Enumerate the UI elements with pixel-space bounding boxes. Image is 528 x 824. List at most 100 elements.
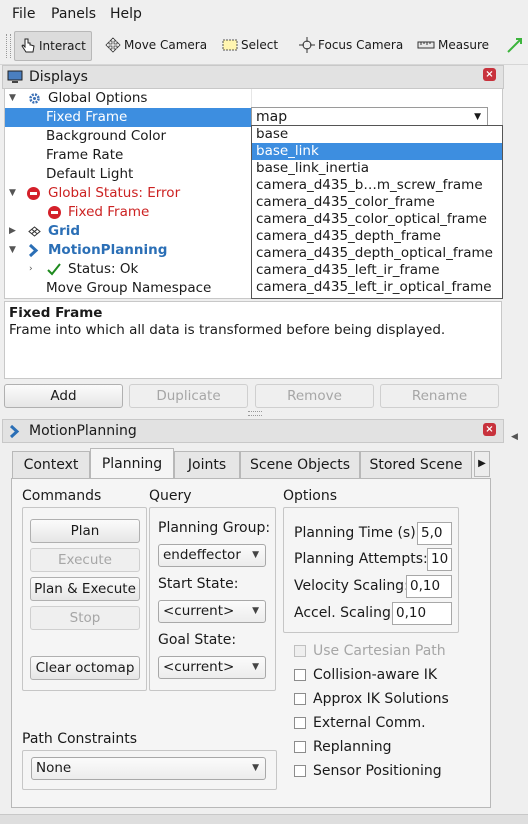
tree-row-fixed-frame[interactable]: Fixed Frame [5,108,251,127]
planning-group-value: endeffector [163,547,241,563]
move-group-namespace-label: Move Group Namespace [46,280,212,296]
pose-arrow-icon[interactable] [506,36,524,58]
chevron-down-icon: ▼ [252,606,259,616]
expand-arrow-icon[interactable]: ▼ [9,184,19,203]
sensor-positioning-checkbox[interactable] [294,765,306,777]
toolbar: Interact Move Camera Select Focus Camera… [0,28,528,65]
use-cartesian-path-checkbox[interactable] [294,645,306,657]
dropdown-option[interactable]: camera_d435_depth_frame [252,228,502,245]
motion-planning-label: MotionPlanning [48,242,168,258]
velocity-scaling-spinbox[interactable]: 0,10 [406,575,452,598]
start-state-label: Start State: [158,576,239,592]
commands-title: Commands [22,488,102,504]
external-comm-checkbox[interactable] [294,717,306,729]
remove-display-button[interactable]: Remove [255,384,374,408]
side-collapse-arrow-icon[interactable]: ◀ [511,432,518,442]
tab-planning[interactable]: Planning [90,448,174,479]
plan-button[interactable]: Plan [30,519,140,543]
goal-state-select[interactable]: <current> ▼ [158,656,266,679]
tab-scroll-right-icon[interactable]: ▶ [474,451,490,477]
plan-execute-button[interactable]: Plan & Execute [30,577,140,601]
focus-camera-tool-button[interactable]: Focus Camera [294,31,408,59]
dropdown-option[interactable]: camera_d435_left_ir_frame [252,262,502,279]
displays-title: Displays [29,69,88,85]
ruler-icon [417,41,435,49]
move-arrows-icon [105,37,121,53]
select-tool-button[interactable]: Select [217,31,283,59]
tab-scene-objects[interactable]: Scene Objects [240,451,360,478]
interact-tool-button[interactable]: Interact [14,31,92,61]
planning-time-spinbox[interactable]: 5,0 [417,522,452,545]
chevron-down-icon: ▼ [252,662,259,672]
approx-ik-checkbox[interactable] [294,693,306,705]
measure-tool-button[interactable]: Measure [412,31,494,59]
accel-scaling-label: Accel. Scaling: [294,605,396,621]
velocity-scaling-label: Velocity Scaling: [294,578,409,594]
frame-rate-label: Frame Rate [46,147,124,163]
rename-display-button[interactable]: Rename [380,384,499,408]
replanning-label: Replanning [313,739,392,755]
grid-label: Grid [48,223,81,239]
planning-attempts-spinbox[interactable]: 10 [427,548,452,571]
dropdown-option[interactable]: camera_d435_color_optical_frame [252,211,502,228]
clear-octomap-button[interactable]: Clear octomap [30,656,140,680]
move-camera-tool-button[interactable]: Move Camera [100,31,212,59]
dropdown-option-selected[interactable]: base_link [252,143,502,160]
execute-button[interactable]: Execute [30,548,140,572]
use-cartesian-path-label: Use Cartesian Path [313,643,446,659]
dropdown-option[interactable]: base_link_inertia [252,160,502,177]
sensor-positioning-label: Sensor Positioning [313,763,442,779]
menu-file[interactable]: File [12,6,35,22]
planning-time-label: Planning Time (s): [294,525,421,541]
selection-rect-icon [222,39,238,51]
fixed-frame-combobox[interactable]: map ▼ [251,107,488,126]
stop-button[interactable]: Stop [30,606,140,630]
fixed-frame-value: map [256,109,288,125]
splitter-handle[interactable] [248,411,262,416]
dropdown-option[interactable]: camera_d435_left_ir_optical_frame [252,279,502,296]
accel-scaling-spinbox[interactable]: 0,10 [392,602,452,625]
dropdown-option[interactable]: camera_d435_b…m_screw_frame [252,177,502,194]
crosshair-icon [299,37,315,53]
motion-planning-icon [9,424,20,438]
approx-ik-label: Approx IK Solutions [313,691,449,707]
duplicate-display-button[interactable]: Duplicate [129,384,248,408]
interact-label: Interact [39,39,86,53]
expand-arrow-icon[interactable]: ▶ [9,222,19,241]
monitor-icon [7,70,23,83]
replanning-checkbox[interactable] [294,741,306,753]
default-light-label: Default Light [46,166,134,182]
motion-planning-close-icon[interactable]: × [483,423,496,436]
toolbar-grip [6,34,11,58]
add-display-button[interactable]: Add [4,384,123,408]
background-color-label: Background Color [46,128,167,144]
collision-aware-ik-checkbox[interactable] [294,669,306,681]
fixed-frame-error-label: Fixed Frame [68,204,150,220]
dropdown-option[interactable]: camera_d435_depth_optical_frame [252,245,502,262]
description-title: Fixed Frame [9,305,103,321]
options-title: Options [283,488,338,504]
select-label: Select [241,38,279,52]
dropdown-option[interactable]: base [252,126,502,143]
tab-context[interactable]: Context [12,451,90,478]
motion-planning-panel-header: MotionPlanning [2,419,504,443]
path-constraints-select[interactable]: None ▼ [31,757,266,780]
chevron-down-icon: ▼ [252,763,259,773]
expand-arrow-icon[interactable]: › [29,260,39,279]
error-icon [48,206,61,219]
start-state-select[interactable]: <current> ▼ [158,600,266,623]
tab-stored-scenes[interactable]: Stored Scene [360,451,472,478]
expand-arrow-icon[interactable]: ▼ [9,89,19,108]
expand-arrow-icon[interactable]: ▼ [9,241,19,260]
property-description-box: Fixed Frame Frame into which all data is… [4,301,502,379]
tree-row-global-options[interactable]: ▼ Global Options [5,89,502,108]
external-comm-label: External Comm. [313,715,426,731]
dropdown-option[interactable]: camera_d435_color_frame [252,194,502,211]
planning-group-select[interactable]: endeffector ▼ [158,544,266,567]
fixed-frame-dropdown-list: base base_link base_link_inertia camera_… [251,125,503,299]
tab-joints[interactable]: Joints [174,451,240,478]
status-ok-label: Status: Ok [68,261,139,277]
displays-close-icon[interactable]: × [483,68,496,81]
menu-panels[interactable]: Panels [51,6,96,22]
menu-help[interactable]: Help [110,6,142,22]
